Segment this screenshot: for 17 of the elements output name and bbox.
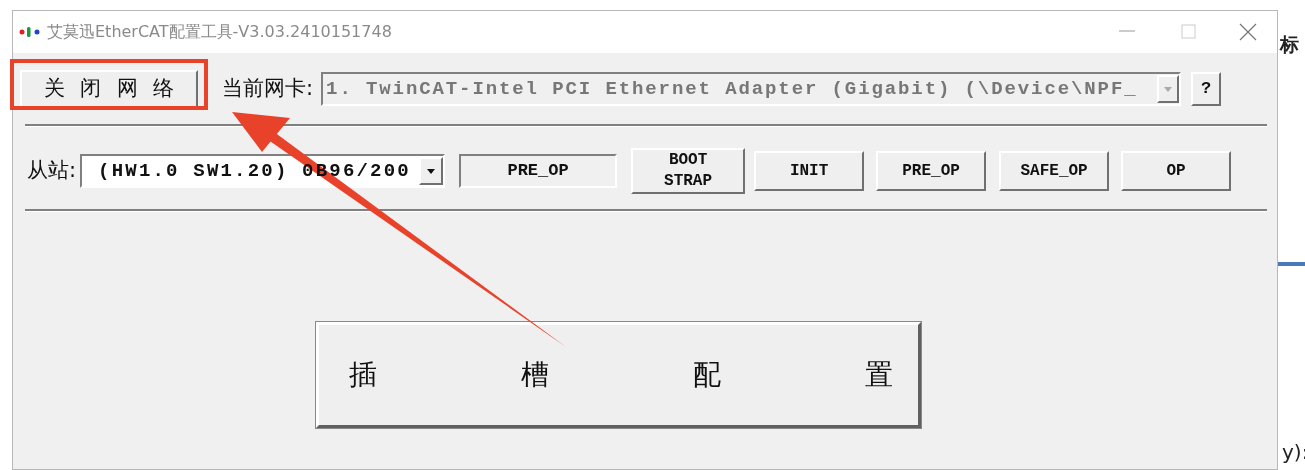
state-button[interactable]: BOOT STRAP — [631, 148, 746, 194]
window-title: 艾莫迅EtherCAT配置工具-V3.03.2410151748 — [47, 21, 392, 43]
state-field: PRE_OP — [459, 154, 618, 188]
caret-icon — [1164, 86, 1173, 92]
help-button[interactable]: ? — [1191, 72, 1222, 106]
state-button[interactable]: INIT — [754, 151, 865, 191]
adapter-label: 当前网卡: — [222, 75, 314, 103]
slot-config-button[interactable]: 插 槽 配 置 — [316, 322, 921, 428]
app-icon — [19, 26, 41, 38]
state-button[interactable]: OP — [1121, 151, 1232, 191]
slave-label: 从站: — [27, 157, 77, 185]
caret-icon — [427, 168, 436, 174]
adapter-dropdown[interactable]: 1. TwinCAT-Intel PCI Ethernet Adapter (Gigabit) (\Device\NPF_ — [321, 72, 1182, 106]
heading-fragment: 标 — [1280, 32, 1299, 57]
state-button[interactable]: PRE_OP — [876, 151, 987, 191]
close-network-button[interactable]: 关 闭 网 络 — [20, 70, 198, 108]
state-button[interactable]: SAFE_OP — [999, 151, 1110, 191]
